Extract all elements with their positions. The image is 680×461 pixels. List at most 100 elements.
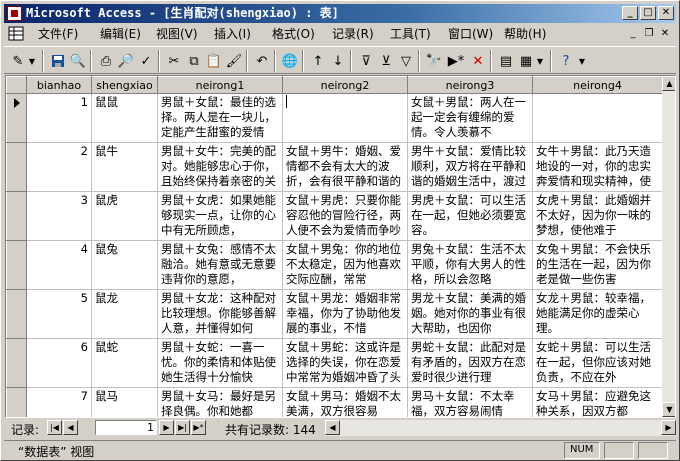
filter-by-form-icon[interactable]: ⊻	[376, 51, 396, 71]
cell-bianhao[interactable]: 1	[26, 93, 92, 143]
column-header-neirong2[interactable]: neirong2	[282, 76, 408, 94]
cell-bianhao[interactable]: 7	[26, 387, 92, 417]
search-database-icon[interactable]: 🔍	[68, 51, 88, 71]
scroll-left-icon[interactable]: ◀	[325, 420, 340, 435]
table-row[interactable]: 7 鼠马 男鼠＋女马：最好是另择良偶。你和她都 女鼠＋男马：婚姻不太美满，双方很…	[6, 387, 663, 417]
cell-neirong1[interactable]: 男鼠＋女兔：感情不太融洽。她有意或无意要违背你的意愿，	[157, 240, 283, 290]
cell-neirong3[interactable]: 男龙＋女鼠：美满的婚姻。她对你的事业有很大帮助，也因你	[407, 289, 533, 339]
cell-neirong2[interactable]: 女鼠＋男马：婚姻不太美满，双方很容易	[282, 387, 408, 417]
new-record-icon[interactable]: ▶*	[446, 51, 466, 71]
database-window-icon[interactable]: ▤	[496, 51, 516, 71]
table-row[interactable]: 1 鼠鼠 男鼠＋女鼠：最佳的选择。两人是在一块儿，定能产生甜蜜的爱情 女鼠＋男鼠…	[6, 93, 663, 143]
record-selector[interactable]	[6, 142, 27, 192]
cell-neirong1[interactable]: 男鼠＋女龙：这种配对比较理想。你能够善解人意，并懂得如何	[157, 289, 283, 339]
record-selector[interactable]	[6, 338, 27, 388]
cell-neirong2[interactable]: 女鼠＋男兔：你的地位不太稳定，因为他喜欢交际应酬，常常	[282, 240, 408, 290]
cell-neirong3[interactable]: 男虎＋女鼠：可以生活在一起，但她必须要宽容。	[407, 191, 533, 241]
record-selector[interactable]	[6, 240, 27, 290]
cell-neirong4[interactable]: 女牛＋男鼠：此乃天造地设的一对，你的忠实奔爱情和现实精神，使双方	[532, 142, 663, 192]
doc-minimize-button[interactable]: _	[626, 27, 640, 40]
table-row[interactable]: 6 鼠蛇 男鼠＋女蛇：一喜一忧。你的柔情和体贴使她生活得十分愉快 女鼠＋男蛇：这…	[6, 338, 663, 388]
scroll-up-icon[interactable]: ▲	[662, 76, 675, 91]
record-selector[interactable]	[6, 191, 27, 241]
menu-window[interactable]: 窗口(W)	[448, 26, 493, 42]
cell-neirong1[interactable]: 男鼠＋女鼠：最佳的选择。两人是在一块儿，定能产生甜蜜的爱情	[157, 93, 283, 143]
scroll-right-icon[interactable]: ▶	[661, 420, 676, 435]
cell-neirong3[interactable]: 女鼠＋男鼠：两人在一起一定会有缠绵的爱情。令人羡慕不	[407, 93, 533, 143]
save-icon[interactable]	[48, 51, 68, 71]
cell-neirong1[interactable]: 男鼠＋女牛：完美的配对。她能够忠心于你，且始终保持着亲密的关系	[157, 142, 283, 192]
delete-record-icon[interactable]: ✕	[468, 51, 488, 71]
cell-shengxiao[interactable]: 鼠虎	[91, 191, 158, 241]
cell-neirong2[interactable]: 女鼠＋男虎：只要你能容忍他的冒险行径，两人便不会为爱情而争吵	[282, 191, 408, 241]
filter-by-selection-icon[interactable]: ⊽	[356, 51, 376, 71]
cell-neirong4[interactable]: 女龙＋男鼠：较幸福，她能满足你的虚荣心理。	[532, 289, 663, 339]
cell-neirong2[interactable]: 女鼠＋男牛：婚姻、爱情都不会有太大的波折，会有很平静和谐的生活	[282, 142, 408, 192]
select-all-corner[interactable]	[6, 76, 27, 94]
spelling-icon[interactable]: ✓	[136, 51, 156, 71]
doc-restore-button[interactable]: ❐	[642, 27, 656, 40]
copy-icon[interactable]: ⧉	[184, 51, 204, 71]
table-document-icon[interactable]	[8, 26, 24, 41]
cell-bianhao[interactable]: 3	[26, 191, 92, 241]
record-selector[interactable]	[6, 93, 27, 143]
table-row[interactable]: 4 鼠兔 男鼠＋女兔：感情不太融洽。她有意或无意要违背你的意愿， 女鼠＋男兔：你…	[6, 240, 663, 290]
menu-edit[interactable]: 编辑(E)	[100, 26, 141, 42]
menu-format[interactable]: 格式(O)	[272, 26, 315, 42]
cell-neirong1[interactable]: 男鼠＋女马：最好是另择良偶。你和她都	[157, 387, 283, 417]
print-preview-icon[interactable]: 🔎	[116, 51, 136, 71]
vertical-scrollbar[interactable]: ▲ ▼	[662, 76, 675, 417]
table-row[interactable]: 2 鼠牛 男鼠＋女牛：完美的配对。她能够忠心于你，且始终保持着亲密的关系 女鼠＋…	[6, 142, 663, 192]
column-header-neirong1[interactable]: neirong1	[157, 76, 283, 94]
cell-bianhao[interactable]: 6	[26, 338, 92, 388]
doc-close-button[interactable]: ✕	[658, 27, 672, 40]
cell-shengxiao[interactable]: 鼠牛	[91, 142, 158, 192]
cell-neirong1[interactable]: 男鼠＋女虎：如果她能够现实一点，让你的心中有无所顾虑，	[157, 191, 283, 241]
print-icon[interactable]: ⎙	[96, 51, 116, 71]
table-row[interactable]: 3 鼠虎 男鼠＋女虎：如果她能够现实一点，让你的心中有无所顾虑， 女鼠＋男虎：只…	[6, 191, 663, 241]
help-icon[interactable]: ?	[556, 51, 576, 71]
last-record-button[interactable]: ▶|	[175, 420, 190, 435]
cell-bianhao[interactable]: 2	[26, 142, 92, 192]
cell-neirong4[interactable]: 女蛇＋男鼠：可以生活在一起，但你应该对她负责，不应在外	[532, 338, 663, 388]
cell-shengxiao[interactable]: 鼠鼠	[91, 93, 158, 143]
menu-view[interactable]: 视图(V)	[156, 26, 198, 42]
cell-neirong4[interactable]	[532, 93, 663, 143]
cell-bianhao[interactable]: 4	[26, 240, 92, 290]
menu-tools[interactable]: 工具(T)	[390, 26, 431, 42]
toolbar-options-icon[interactable]: ▼	[576, 51, 588, 71]
cell-neirong3[interactable]: 男牛＋女鼠：爱情比较顺利，双方将在平静和谐的婚姻生活中，渡过美满的	[407, 142, 533, 192]
column-header-neirong4[interactable]: neirong4	[532, 76, 663, 94]
menu-file[interactable]: 文件(F)	[38, 26, 78, 42]
table-row[interactable]: 5 鼠龙 男鼠＋女龙：这种配对比较理想。你能够善解人意，并懂得如何 女鼠＋男龙：…	[6, 289, 663, 339]
previous-record-button[interactable]: ◀	[63, 420, 78, 435]
cell-bianhao[interactable]: 5	[26, 289, 92, 339]
new-object-dropdown-icon[interactable]: ▼	[534, 51, 546, 71]
record-selector[interactable]	[6, 289, 27, 339]
first-record-button[interactable]: |◀	[47, 420, 62, 435]
apply-filter-icon[interactable]: ▽	[396, 51, 416, 71]
minimize-button[interactable]: _	[622, 6, 638, 20]
paste-icon[interactable]: 📋	[204, 51, 224, 71]
find-icon[interactable]: 🔭	[424, 51, 444, 71]
access-app-icon[interactable]	[7, 6, 22, 21]
cell-shengxiao[interactable]: 鼠蛇	[91, 338, 158, 388]
cell-shengxiao[interactable]: 鼠龙	[91, 289, 158, 339]
cell-neirong3[interactable]: 男兔＋女鼠：生活不太平顺，你有大男人的性格，所以会忽略	[407, 240, 533, 290]
cell-neirong4[interactable]: 女兔＋男鼠：不会快乐的生活在一起，因为你老是做一些伤害	[532, 240, 663, 290]
column-header-neirong3[interactable]: neirong3	[407, 76, 533, 94]
menu-records[interactable]: 记录(R)	[332, 26, 374, 42]
hyperlink-icon[interactable]: 🌐	[280, 51, 300, 71]
cell-neirong1[interactable]: 男鼠＋女蛇：一喜一忧。你的柔情和体贴使她生活得十分愉快	[157, 338, 283, 388]
next-record-button[interactable]: ▶	[159, 420, 174, 435]
cell-neirong3[interactable]: 男马＋女鼠：不太幸福，双方容易闹情	[407, 387, 533, 417]
cell-neirong4[interactable]: 女虎＋男鼠：此婚姻并不太好，因为你一味的梦想，使他难于	[532, 191, 663, 241]
cell-neirong3[interactable]: 男蛇＋女鼠：此配对是有矛盾的，因双方在恋爱时很少进行理	[407, 338, 533, 388]
menu-insert[interactable]: 插入(I)	[214, 26, 251, 42]
format-painter-icon[interactable]: 🖌	[224, 51, 244, 71]
cell-shengxiao[interactable]: 鼠马	[91, 387, 158, 417]
cell-neirong2-active[interactable]	[282, 93, 408, 143]
menu-help[interactable]: 帮助(H)	[504, 26, 546, 42]
close-button[interactable]: ✕	[658, 6, 674, 20]
maximize-button[interactable]: □	[640, 6, 656, 20]
